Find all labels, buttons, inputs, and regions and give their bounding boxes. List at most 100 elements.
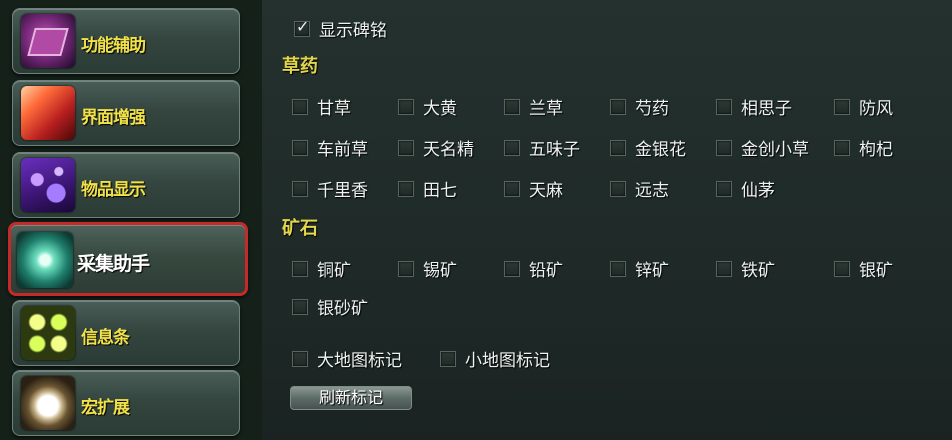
herb-label: 田七 <box>423 181 457 201</box>
ore-checkbox[interactable] <box>292 260 308 277</box>
herb-checkbox[interactable] <box>716 98 732 115</box>
ore-label: 银矿 <box>859 261 893 281</box>
bubbles-icon <box>21 158 75 212</box>
sidebar-item-gather-helper[interactable]: 采集助手 <box>8 222 248 296</box>
herb-checkbox[interactable] <box>610 98 626 115</box>
sidebar-item-label: 功能辅助 <box>81 36 146 56</box>
show-tablet-label: 显示碑铭 <box>319 21 387 41</box>
herb-option[interactable]: 兰草 <box>504 94 563 119</box>
ore-option[interactable]: 银矿 <box>834 256 893 281</box>
fire-burst-icon <box>21 86 75 140</box>
herb-option[interactable]: 天麻 <box>504 176 563 201</box>
herb-checkbox[interactable] <box>834 139 850 156</box>
herb-option[interactable]: 甘草 <box>292 94 351 119</box>
sidebar-item-function-assist[interactable]: 功能辅助 <box>12 8 240 74</box>
ore-checkbox[interactable] <box>834 260 850 277</box>
ore-option[interactable]: 银砂矿 <box>292 294 368 319</box>
ore-checkbox[interactable] <box>292 298 308 315</box>
herb-label: 兰草 <box>529 99 563 119</box>
ore-label: 铜矿 <box>317 261 351 281</box>
herb-option[interactable]: 五味子 <box>504 135 580 160</box>
book-icon <box>21 14 75 68</box>
clock-icon <box>21 376 75 430</box>
show-tablet-option[interactable]: 显示碑铭 <box>294 16 387 41</box>
mini-map-mark-option[interactable]: 小地图标记 <box>440 346 550 371</box>
herb-option[interactable]: 金银花 <box>610 135 686 160</box>
sidebar-item-label: 物品显示 <box>81 180 146 200</box>
swirl-icon <box>17 232 73 288</box>
ore-checkbox[interactable] <box>716 260 732 277</box>
ore-checkbox[interactable] <box>504 260 520 277</box>
herb-option[interactable]: 芍药 <box>610 94 669 119</box>
herb-checkbox[interactable] <box>398 180 414 197</box>
herb-checkbox[interactable] <box>716 180 732 197</box>
herb-label: 甘草 <box>317 99 351 119</box>
refresh-marks-button[interactable]: 刷新标记 <box>290 386 412 410</box>
herb-option[interactable]: 千里香 <box>292 176 368 201</box>
herb-option[interactable]: 枸杞 <box>834 135 893 160</box>
herb-option[interactable]: 大黄 <box>398 94 457 119</box>
ore-label: 铅矿 <box>529 261 563 281</box>
world-map-mark-checkbox[interactable] <box>292 350 308 367</box>
herb-checkbox[interactable] <box>504 98 520 115</box>
herb-checkbox[interactable] <box>610 139 626 156</box>
herb-label: 千里香 <box>317 181 368 201</box>
sidebar-item-label: 界面增强 <box>81 108 146 128</box>
ore-label: 锡矿 <box>423 261 457 281</box>
ore-checkbox[interactable] <box>610 260 626 277</box>
show-tablet-checkbox[interactable] <box>294 17 310 37</box>
sidebar-item-ui-enhance[interactable]: 界面增强 <box>12 80 240 146</box>
herb-label: 车前草 <box>317 140 368 160</box>
herb-label: 枸杞 <box>859 140 893 160</box>
herb-option[interactable]: 田七 <box>398 176 457 201</box>
herb-checkbox[interactable] <box>398 98 414 115</box>
sidebar: 功能辅助 界面增强 物品显示 采集助手 信息条 宏扩展 <box>0 0 262 440</box>
herb-checkbox[interactable] <box>504 139 520 156</box>
herb-checkbox[interactable] <box>292 180 308 197</box>
sidebar-item-info-bar[interactable]: 信息条 <box>12 300 240 366</box>
ore-label: 铁矿 <box>741 261 775 281</box>
herb-label: 大黄 <box>423 99 457 119</box>
ore-option[interactable]: 铁矿 <box>716 256 775 281</box>
herbs-section-title: 草药 <box>282 56 318 77</box>
herb-label: 金银花 <box>635 140 686 160</box>
herb-label: 天麻 <box>529 181 563 201</box>
herb-checkbox[interactable] <box>504 180 520 197</box>
green-orbs-icon <box>21 306 75 360</box>
herb-option[interactable]: 天名精 <box>398 135 474 160</box>
ore-label: 银砂矿 <box>317 299 368 319</box>
addon-settings-window: 功能辅助 界面增强 物品显示 采集助手 信息条 宏扩展 显示碑铭 草药 <box>0 0 952 440</box>
herb-option[interactable]: 车前草 <box>292 135 368 160</box>
mini-map-mark-label: 小地图标记 <box>465 351 550 371</box>
mini-map-mark-checkbox[interactable] <box>440 350 456 367</box>
herb-checkbox[interactable] <box>292 139 308 156</box>
herb-option[interactable]: 相思子 <box>716 94 792 119</box>
herb-label: 远志 <box>635 181 669 201</box>
herb-checkbox[interactable] <box>610 180 626 197</box>
sidebar-item-label: 宏扩展 <box>81 398 130 418</box>
ore-option[interactable]: 锌矿 <box>610 256 669 281</box>
sidebar-item-macro-extend[interactable]: 宏扩展 <box>12 370 240 436</box>
sidebar-item-label: 采集助手 <box>77 253 150 275</box>
sidebar-item-label: 信息条 <box>81 328 130 348</box>
ore-option[interactable]: 铜矿 <box>292 256 351 281</box>
herb-checkbox[interactable] <box>834 98 850 115</box>
world-map-mark-option[interactable]: 大地图标记 <box>292 346 402 371</box>
herb-label: 防风 <box>859 99 893 119</box>
herb-checkbox[interactable] <box>398 139 414 156</box>
ore-checkbox[interactable] <box>398 260 414 277</box>
herb-option[interactable]: 远志 <box>610 176 669 201</box>
herb-label: 天名精 <box>423 140 474 160</box>
ore-option[interactable]: 铅矿 <box>504 256 563 281</box>
herb-option[interactable]: 金创小草 <box>716 135 809 160</box>
herb-label: 相思子 <box>741 99 792 119</box>
herb-option[interactable]: 仙茅 <box>716 176 775 201</box>
ores-section-title: 矿石 <box>282 218 318 239</box>
sidebar-item-item-display[interactable]: 物品显示 <box>12 152 240 218</box>
herb-label: 芍药 <box>635 99 669 119</box>
world-map-mark-label: 大地图标记 <box>317 351 402 371</box>
ore-option[interactable]: 锡矿 <box>398 256 457 281</box>
herb-checkbox[interactable] <box>292 98 308 115</box>
herb-checkbox[interactable] <box>716 139 732 156</box>
herb-option[interactable]: 防风 <box>834 94 893 119</box>
